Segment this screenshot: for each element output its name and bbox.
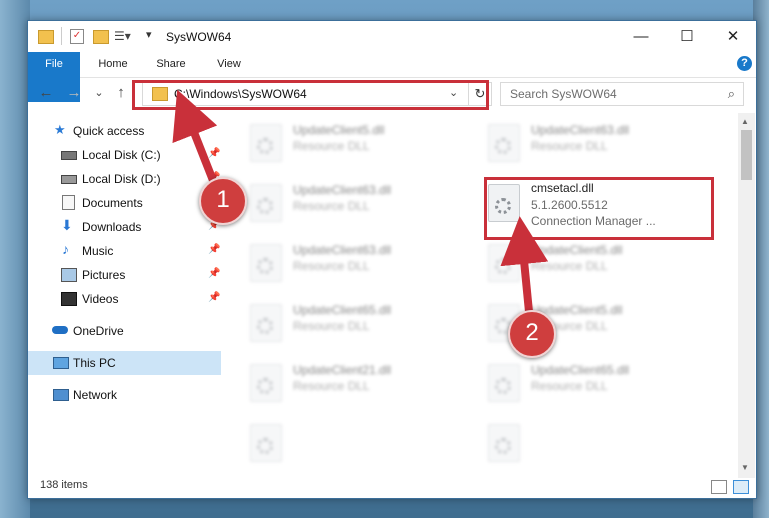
arrow-to-address-bar xyxy=(172,89,220,190)
annotation-arrows xyxy=(172,89,549,323)
step-1-badge: 1 xyxy=(199,177,247,225)
step-2-badge: 2 xyxy=(508,310,556,358)
